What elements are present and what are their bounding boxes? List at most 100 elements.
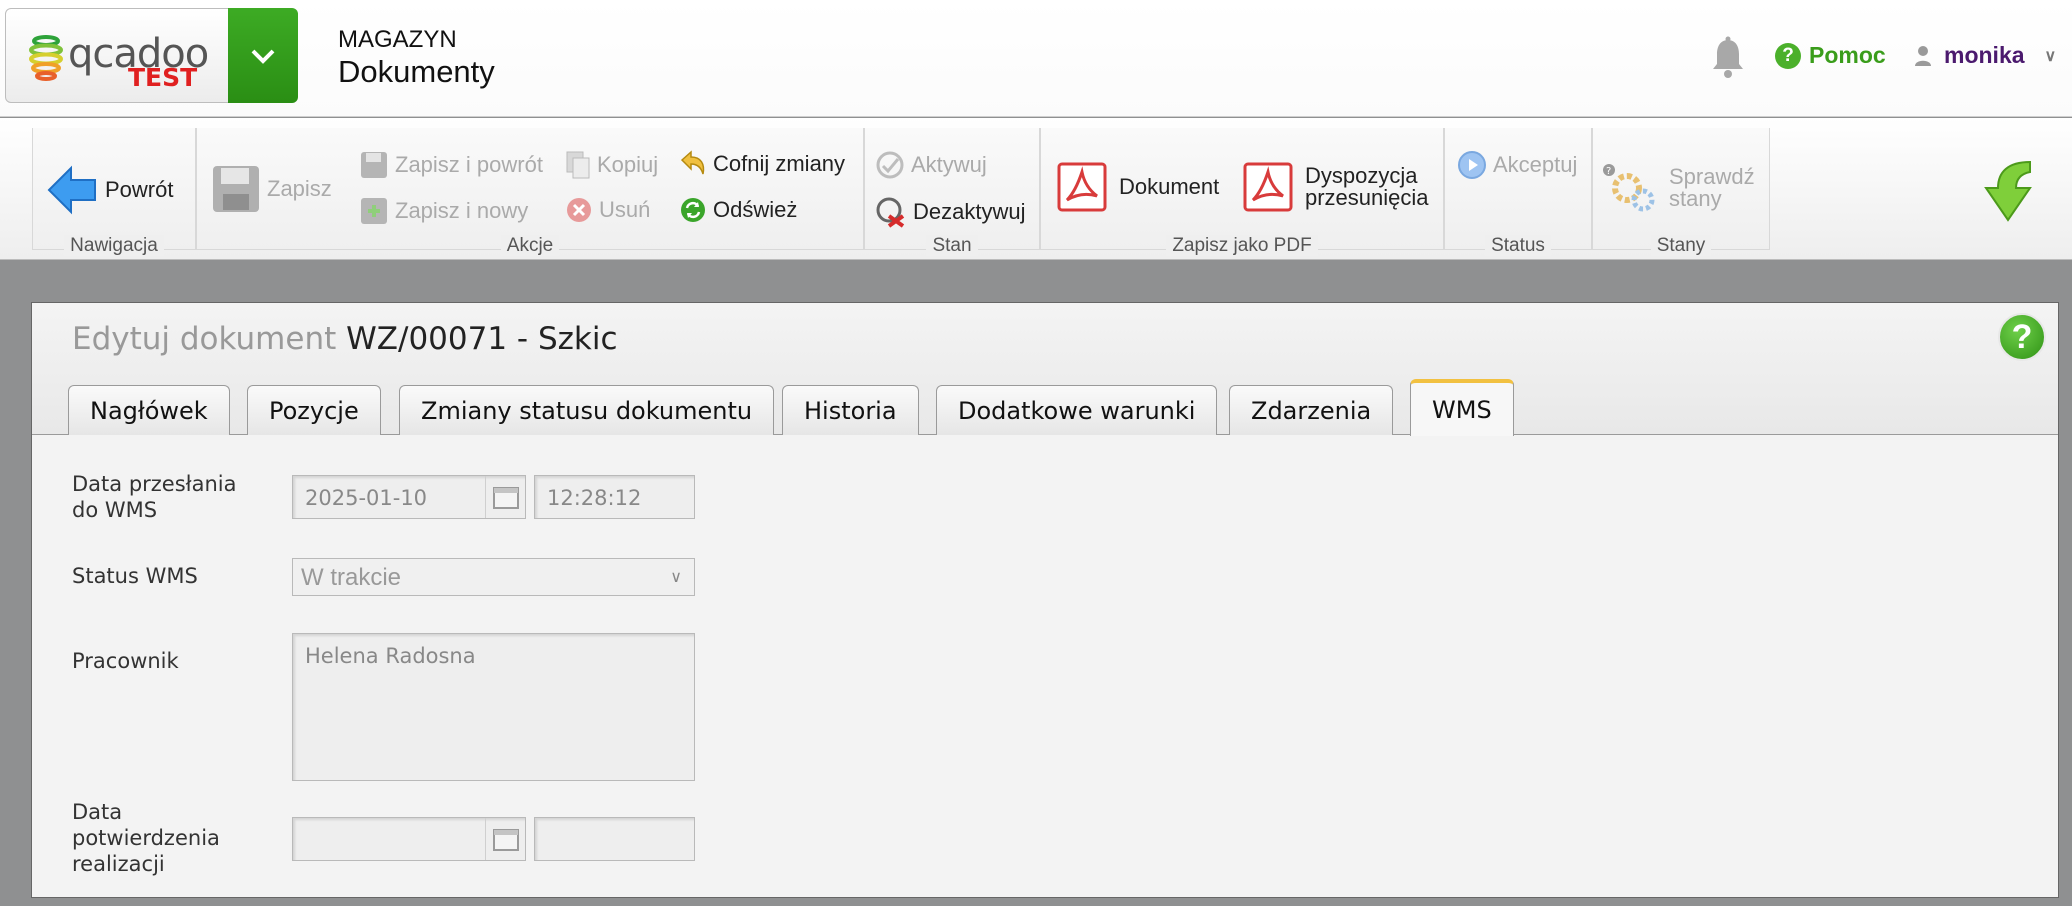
help-icon[interactable]: ? xyxy=(1998,313,2046,361)
ribbon-group-label: Status xyxy=(1445,235,1591,257)
send-date-field[interactable]: 2025-01-10 xyxy=(292,475,526,519)
tab-wms[interactable]: WMS xyxy=(1410,379,1514,436)
ribbon-group-navigation: Powrót Nawigacja xyxy=(32,128,196,256)
calendar-icon[interactable] xyxy=(485,476,525,518)
save-and-new-button[interactable]: Zapisz i nowy xyxy=(359,196,528,226)
ribbon-group-state: Aktywuj Dezaktywuj Stan xyxy=(864,128,1040,256)
panel-title: Edytuj dokument WZ/00071 - Szkic xyxy=(72,321,618,357)
activate-button[interactable]: Aktywuj xyxy=(875,150,987,180)
pdf-document-label: Dokument xyxy=(1119,174,1220,199)
help-label: Pomoc xyxy=(1809,42,1886,68)
logo-rings-icon xyxy=(29,35,63,81)
gears-icon: ? xyxy=(1603,164,1655,212)
ribbon-group-label: Zapisz jako PDF xyxy=(1041,235,1443,257)
floppy-back-icon xyxy=(361,152,387,178)
save-and-back-label: Zapisz i powrót xyxy=(395,152,543,177)
panel-title-prefix: Edytuj dokument xyxy=(72,321,337,357)
send-date-label: Data przesłania do WMS xyxy=(72,472,237,522)
undo-icon xyxy=(680,150,705,175)
confirmation-date-label: Data potwierdzenia realizacji xyxy=(72,800,220,876)
user-icon xyxy=(1915,45,1931,66)
chevron-down-icon: ∨ xyxy=(2044,47,2057,65)
calendar-icon[interactable] xyxy=(485,818,525,860)
pdf-icon xyxy=(1057,162,1107,212)
pdf-icon xyxy=(1243,162,1293,212)
refresh-button[interactable]: Odśwież xyxy=(679,196,797,224)
page-title: Dokumenty xyxy=(338,54,495,89)
wms-status-label: Status WMS xyxy=(72,564,198,588)
tab-header[interactable]: Nagłówek xyxy=(68,385,230,435)
refresh-icon xyxy=(681,198,705,222)
send-time-field[interactable]: 12:28:12 xyxy=(534,475,695,519)
check-stocks-button[interactable]: ? Sprawdź stany xyxy=(1601,162,1755,214)
save-label: Zapisz xyxy=(267,176,332,201)
toolbar-ribbon: Powrót Nawigacja Zapisz Zapisz i powrót … xyxy=(0,118,2072,260)
help-icon: ? xyxy=(1775,42,1801,69)
ribbon-group-label: Akcje xyxy=(197,235,863,257)
ribbon-group-pdf: Dokument Dyspozycja przesunięcia Zapisz … xyxy=(1040,128,1444,256)
copy-label: Kopiuj xyxy=(597,152,659,177)
user-menu[interactable]: monika ∨ xyxy=(1914,42,2056,69)
notifications-bell-icon[interactable] xyxy=(1710,36,1746,80)
save-and-new-label: Zapisz i nowy xyxy=(395,198,529,223)
tab-status-changes[interactable]: Zmiany statusu dokumentu xyxy=(399,385,775,435)
svg-text:?: ? xyxy=(1606,166,1611,177)
undo-changes-label: Cofnij zmiany xyxy=(713,151,846,176)
logo[interactable]: qcadoo TEST xyxy=(5,8,229,103)
undo-changes-button[interactable]: Cofnij zmiany xyxy=(679,150,845,178)
pdf-disposition-button[interactable]: Dyspozycja przesunięcia xyxy=(1243,162,1429,212)
activate-label: Aktywuj xyxy=(911,152,987,177)
save-and-back-button[interactable]: Zapisz i powrót xyxy=(359,150,543,180)
confirmation-date-field[interactable] xyxy=(292,817,526,861)
logo-badge: TEST xyxy=(128,63,198,92)
play-icon xyxy=(1458,151,1486,179)
download-arrow-icon[interactable] xyxy=(1978,158,2038,224)
tab-additional-conditions[interactable]: Dodatkowe warunki xyxy=(936,385,1218,435)
floppy-plus-icon xyxy=(361,198,387,224)
deactivate-icon xyxy=(876,197,905,228)
back-label: Powrót xyxy=(105,177,174,202)
tab-history[interactable]: Historia xyxy=(782,385,919,435)
ribbon-group-label: Stan xyxy=(865,235,1039,257)
user-name: monika xyxy=(1944,42,2025,68)
activate-icon xyxy=(876,151,904,179)
employee-field[interactable]: Helena Radosna xyxy=(292,633,695,781)
document-number: WZ/00071 - Szkic xyxy=(346,321,618,357)
deactivate-label: Dezaktywuj xyxy=(913,199,1026,224)
accept-button[interactable]: Akceptuj xyxy=(1457,150,1577,180)
copy-button[interactable]: Kopiuj xyxy=(565,150,658,180)
module-name: MAGAZYN xyxy=(338,26,457,53)
ribbon-group-actions: Zapisz Zapisz i powrót Zapisz i nowy Kop… xyxy=(196,128,864,256)
save-button[interactable]: Zapisz xyxy=(211,164,332,214)
delete-icon xyxy=(567,198,591,222)
deactivate-button[interactable]: Dezaktywuj xyxy=(875,196,1025,228)
send-time-value: 12:28:12 xyxy=(547,486,642,510)
chevron-down-icon: ∨ xyxy=(670,569,682,586)
accept-label: Akceptuj xyxy=(1493,152,1578,177)
document-edit-panel: Edytuj dokument WZ/00071 - Szkic ? Nagłó… xyxy=(31,302,2059,898)
ribbon-group-label: Nawigacja xyxy=(33,235,195,257)
ribbon-group-stocks: ? Sprawdź stany Stany xyxy=(1592,128,1770,256)
chevron-down-icon xyxy=(251,49,275,64)
wms-status-value: W trakcie xyxy=(301,564,402,591)
main-menu-toggle[interactable] xyxy=(228,8,298,103)
help-link[interactable]: ? Pomoc xyxy=(1775,42,1886,69)
tab-events[interactable]: Zdarzenia xyxy=(1229,385,1394,435)
delete-label: Usuń xyxy=(599,197,651,222)
delete-button[interactable]: Usuń xyxy=(565,196,650,224)
pdf-disposition-label-2: przesunięcia xyxy=(1305,185,1429,210)
ribbon-group-label: Stany xyxy=(1593,235,1769,257)
back-button[interactable]: Powrót xyxy=(47,164,173,216)
send-date-value: 2025-01-10 xyxy=(305,486,428,510)
wms-status-select[interactable]: W trakcie ∨ xyxy=(292,558,695,596)
pdf-document-button[interactable]: Dokument xyxy=(1057,162,1219,212)
arrow-left-icon xyxy=(47,165,96,215)
employee-value: Helena Radosna xyxy=(305,644,476,668)
ribbon-group-status: Akceptuj Status xyxy=(1444,128,1592,256)
check-stocks-label-2: stany xyxy=(1669,186,1722,211)
refresh-label: Odśwież xyxy=(713,197,798,222)
confirmation-time-field[interactable] xyxy=(534,817,695,861)
top-bar: qcadoo TEST MAGAZYN Dokumenty ? Pomoc mo… xyxy=(0,0,2072,117)
tab-positions[interactable]: Pozycje xyxy=(247,385,381,435)
employee-label: Pracownik xyxy=(72,649,179,673)
